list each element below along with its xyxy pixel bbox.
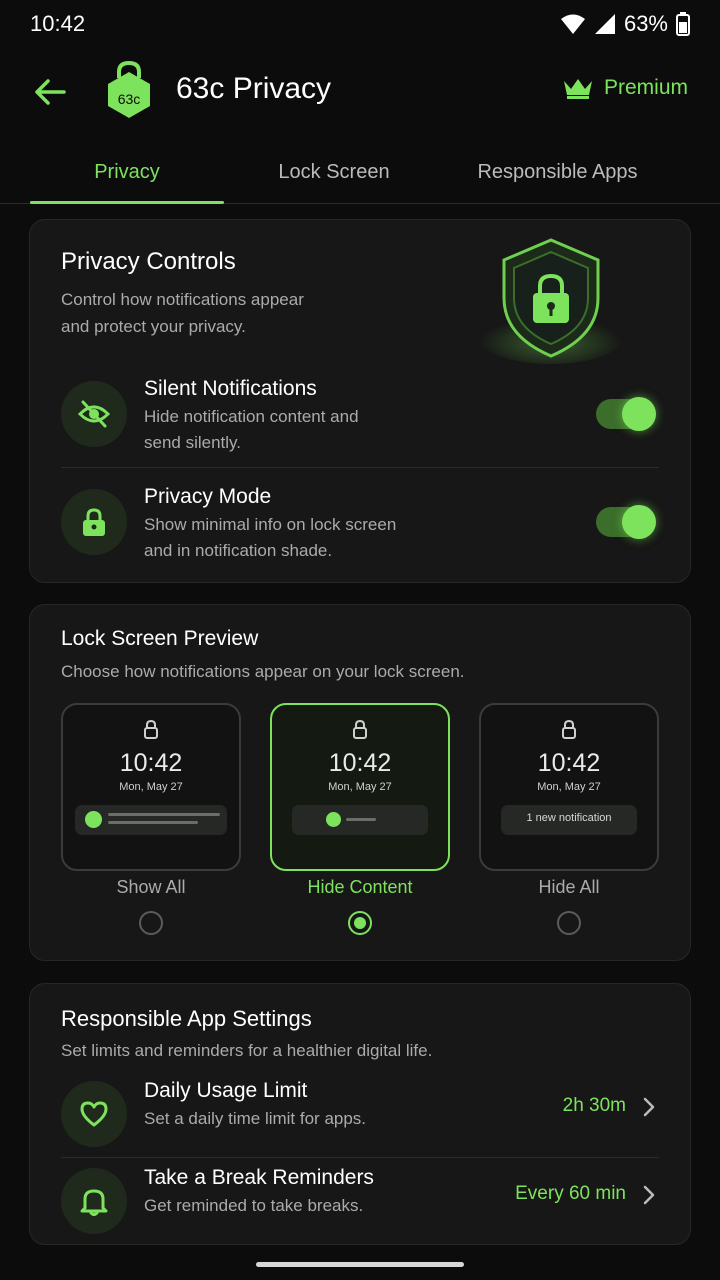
home-indicator[interactable] <box>256 1262 464 1267</box>
daily-usage-limit-desc: Set a daily time limit for apps. <box>144 1109 367 1128</box>
preview-time: 10:42 <box>328 749 392 777</box>
heart-icon <box>80 1101 108 1127</box>
break-reminders-value: Every 60 min <box>515 1183 626 1204</box>
preview-show-all[interactable]: 10:42 Mon, May 27 <box>61 703 241 871</box>
status-bar: 10:42 63% <box>0 0 720 48</box>
bell-icon-container <box>61 1168 127 1234</box>
responsible-app-settings-card: Responsible App Settings Set limits and … <box>29 983 691 1245</box>
lock-icon-container <box>61 489 127 555</box>
preview-hide-content[interactable]: 10:42 Mon, May 27 <box>270 703 450 871</box>
preview-time: 10:42 <box>537 749 601 777</box>
hide-content-label: Hide Content <box>307 877 413 897</box>
eye-off-icon-container <box>61 381 127 447</box>
preview-notification: 1 new notification <box>501 805 637 835</box>
notification-line <box>108 821 198 824</box>
toggle-knob <box>622 397 656 431</box>
tab-privacy[interactable]: Privacy <box>30 140 224 204</box>
eye-off-icon <box>77 400 111 428</box>
premium-label: Premium <box>603 76 688 99</box>
privacy-mode-desc-1: Show minimal info on lock screen <box>144 515 397 534</box>
signal-icon <box>594 13 616 35</box>
preview-time: 10:42 <box>119 749 183 777</box>
premium-button[interactable]: Premium <box>562 76 688 100</box>
break-reminders-row[interactable]: Take a Break Reminders Get reminded to t… <box>30 1164 690 1240</box>
show-all-label: Show All <box>116 877 186 897</box>
preview-date: Mon, May 27 <box>328 781 392 793</box>
hide-all-radio[interactable] <box>557 911 581 935</box>
break-reminders-desc: Get reminded to take breaks. <box>144 1196 364 1215</box>
responsible-title: Responsible App Settings <box>61 1006 312 1031</box>
privacy-controls-desc-2: and protect your privacy. <box>61 317 246 336</box>
preview-hide-all[interactable]: 10:42 Mon, May 27 1 new notification <box>479 703 659 871</box>
divider <box>61 467 659 468</box>
privacy-controls-desc-1: Control how notifications appear <box>61 290 304 309</box>
app-logo: 63c <box>104 60 154 120</box>
toggle-knob <box>622 505 656 539</box>
shield-lock-icon <box>476 228 626 378</box>
back-arrow-icon <box>35 79 66 105</box>
new-notification-text: 1 new notification <box>526 812 612 824</box>
notification-line <box>346 818 376 821</box>
preview-date: Mon, May 27 <box>537 781 601 793</box>
preview-lock-icon <box>63 719 239 739</box>
silent-notifications-desc-2: send silently. <box>144 433 242 452</box>
notification-dot <box>326 812 341 827</box>
crown-icon <box>563 79 592 99</box>
daily-usage-limit-value: 2h 30m <box>562 1095 626 1116</box>
tab-responsible-apps[interactable]: Responsible Apps <box>450 140 665 204</box>
privacy-mode-title: Privacy Mode <box>144 485 272 508</box>
silent-notifications-desc-1: Hide notification content and <box>144 407 359 426</box>
lock-screen-preview-card: Lock Screen Preview Choose how notificat… <box>29 604 691 961</box>
battery-percent: 63% <box>623 11 668 36</box>
status-icons: 63% <box>560 11 690 37</box>
preview-notification <box>75 805 227 835</box>
lock-preview-desc: Choose how notifications appear on your … <box>61 662 465 681</box>
status-time: 10:42 <box>30 11 86 36</box>
tab-indicator <box>30 201 224 204</box>
silent-notifications-toggle[interactable] <box>596 397 656 431</box>
hide-all-label: Hide All <box>538 877 600 897</box>
preview-date: Mon, May 27 <box>119 781 183 793</box>
privacy-mode-toggle[interactable] <box>596 505 656 539</box>
divider <box>61 1157 659 1158</box>
tab-bar: Privacy Lock Screen Responsible Apps <box>0 140 720 204</box>
notification-dot <box>85 811 102 828</box>
lock-preview-title: Lock Screen Preview <box>61 627 259 650</box>
show-all-radio[interactable] <box>139 911 163 935</box>
privacy-controls-card: Privacy Controls Control how notificatio… <box>29 219 691 583</box>
bell-icon <box>80 1189 108 1216</box>
preview-notification <box>292 805 428 835</box>
privacy-controls-title: Privacy Controls <box>61 248 236 275</box>
responsible-desc: Set limits and reminders for a healthier… <box>61 1041 433 1060</box>
app-bar: 63c 63c Privacy Premium <box>0 56 720 128</box>
privacy-mode-desc-2: and in notification shade. <box>144 541 333 560</box>
preview-lock-icon <box>481 719 657 739</box>
silent-notifications-title: Silent Notifications <box>144 377 317 400</box>
chevron-right-icon <box>642 1096 656 1123</box>
back-button[interactable] <box>30 74 70 110</box>
preview-lock-icon <box>272 719 448 739</box>
lock-icon <box>83 508 105 536</box>
battery-icon <box>676 12 690 36</box>
heart-icon-container <box>61 1081 127 1147</box>
hide-content-radio[interactable] <box>348 911 372 935</box>
daily-usage-limit-row[interactable]: Daily Usage Limit Set a daily time limit… <box>30 1076 690 1156</box>
notification-line <box>108 813 220 816</box>
daily-usage-limit-title: Daily Usage Limit <box>144 1079 308 1102</box>
wifi-icon <box>560 13 586 35</box>
tab-lock-screen[interactable]: Lock Screen <box>238 140 430 204</box>
chevron-right-icon <box>642 1184 656 1211</box>
logo-text: 63c <box>118 91 141 107</box>
app-title: 63c Privacy <box>176 72 332 105</box>
break-reminders-title: Take a Break Reminders <box>144 1166 374 1189</box>
